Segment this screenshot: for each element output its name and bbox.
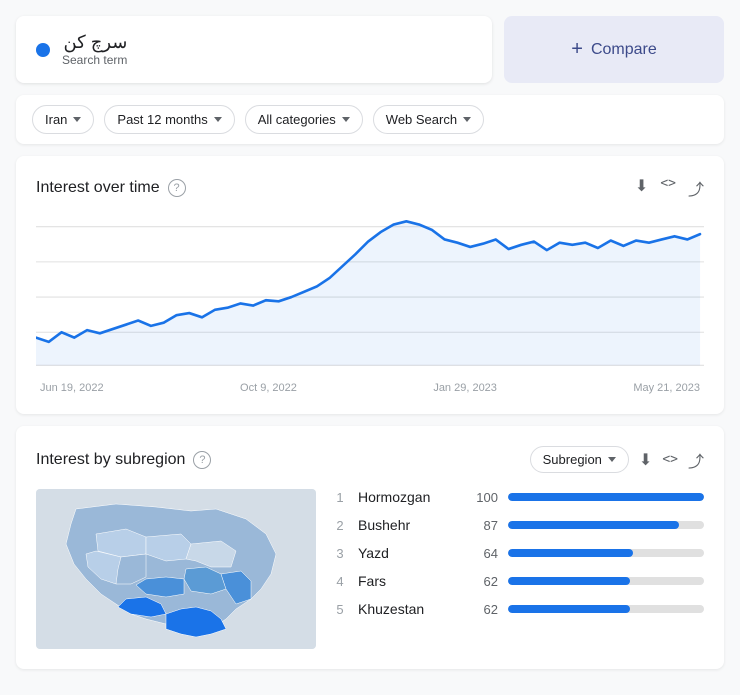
x-label-3: Jan 29, 2023 bbox=[433, 382, 497, 394]
rank-bar-fill bbox=[508, 549, 633, 557]
chevron-down-icon bbox=[463, 117, 471, 122]
help-icon[interactable]: ? bbox=[168, 179, 186, 197]
share-icon[interactable]: ⤴ bbox=[688, 448, 704, 472]
rank-number: 2 bbox=[332, 518, 348, 533]
chevron-down-icon bbox=[214, 117, 222, 122]
share-icon[interactable]: ⤴ bbox=[688, 176, 704, 200]
rank-score: 100 bbox=[468, 490, 498, 505]
subregion-header: Interest by subregion ? Subregion ⬇ <> ⤴ bbox=[36, 446, 704, 473]
chevron-down-icon bbox=[73, 117, 81, 122]
rank-bar-bg bbox=[508, 549, 704, 557]
filter-category[interactable]: All categories bbox=[245, 105, 363, 134]
top-section: سرچ کن Search term + Compare bbox=[16, 16, 724, 83]
ranking-item-4: 4 Fars 62 bbox=[332, 573, 704, 589]
rank-score: 87 bbox=[468, 518, 498, 533]
x-label-2: Oct 9, 2022 bbox=[240, 382, 297, 394]
chart-svg: 100 75 50 25 bbox=[36, 216, 704, 376]
compare-button[interactable]: + Compare bbox=[504, 16, 724, 83]
filter-bar: Iran Past 12 months All categories Web S… bbox=[16, 95, 724, 144]
interest-by-subregion-card: Interest by subregion ? Subregion ⬇ <> ⤴ bbox=[16, 426, 724, 669]
compare-plus-icon: + bbox=[571, 38, 583, 61]
x-label-1: Jun 19, 2022 bbox=[40, 382, 104, 394]
rank-region-name: Khuzestan bbox=[358, 601, 458, 617]
rank-score: 64 bbox=[468, 546, 498, 561]
trend-area bbox=[36, 221, 700, 365]
download-icon[interactable]: ⬇ bbox=[639, 450, 652, 470]
rank-number: 3 bbox=[332, 546, 348, 561]
filter-time[interactable]: Past 12 months bbox=[104, 105, 234, 134]
ranking-item-2: 2 Bushehr 87 bbox=[332, 517, 704, 533]
rank-bar-bg bbox=[508, 493, 704, 501]
filter-time-label: Past 12 months bbox=[117, 112, 207, 127]
rank-number: 5 bbox=[332, 602, 348, 617]
subregion-dropdown-label: Subregion bbox=[543, 452, 602, 467]
search-term-card: سرچ کن Search term bbox=[16, 16, 492, 83]
rank-score: 62 bbox=[468, 574, 498, 589]
x-label-4: May 21, 2023 bbox=[633, 382, 700, 394]
rank-bar-bg bbox=[508, 577, 704, 585]
rank-region-name: Fars bbox=[358, 573, 458, 589]
embed-icon[interactable]: <> bbox=[660, 176, 676, 200]
search-term-arabic: سرچ کن bbox=[62, 32, 127, 53]
filter-country-label: Iran bbox=[45, 112, 67, 127]
filter-search-type-label: Web Search bbox=[386, 112, 457, 127]
filter-country[interactable]: Iran bbox=[32, 105, 94, 134]
subregion-help-icon[interactable]: ? bbox=[193, 451, 211, 469]
ranking-item-1: 1 Hormozgan 100 bbox=[332, 489, 704, 505]
map-svg bbox=[36, 489, 316, 649]
chevron-down-icon bbox=[608, 457, 616, 462]
card-actions: ⬇ <> ⤴ bbox=[635, 176, 704, 200]
iran-map bbox=[36, 489, 316, 649]
search-dot bbox=[36, 43, 50, 57]
compare-label: Compare bbox=[591, 41, 657, 59]
rank-bar-bg bbox=[508, 521, 704, 529]
search-term-label: Search term bbox=[62, 53, 127, 67]
line-chart: 100 75 50 25 bbox=[36, 216, 704, 376]
search-term-text: سرچ کن Search term bbox=[62, 32, 127, 67]
filter-category-label: All categories bbox=[258, 112, 336, 127]
subregion-dropdown[interactable]: Subregion bbox=[530, 446, 629, 473]
subregion-filter: Subregion ⬇ <> ⤴ bbox=[530, 446, 704, 473]
chart-x-labels: Jun 19, 2022 Oct 9, 2022 Jan 29, 2023 Ma… bbox=[36, 382, 704, 394]
rank-bar-fill bbox=[508, 605, 630, 613]
card-header: Interest over time ? ⬇ <> ⤴ bbox=[36, 176, 704, 200]
subregion-body: 1 Hormozgan 100 2 Bushehr 87 3 bbox=[36, 489, 704, 649]
rank-bar-bg bbox=[508, 605, 704, 613]
filter-search-type[interactable]: Web Search bbox=[373, 105, 484, 134]
rank-number: 1 bbox=[332, 490, 348, 505]
ranking-item-3: 3 Yazd 64 bbox=[332, 545, 704, 561]
card-title: Interest over time ? bbox=[36, 179, 186, 197]
rank-score: 62 bbox=[468, 602, 498, 617]
rank-bar-fill bbox=[508, 521, 679, 529]
ranking-item-5: 5 Khuzestan 62 bbox=[332, 601, 704, 617]
chevron-down-icon bbox=[342, 117, 350, 122]
subregion-card-title: Interest by subregion ? bbox=[36, 451, 211, 469]
embed-icon[interactable]: <> bbox=[662, 452, 678, 467]
rank-region-name: Hormozgan bbox=[358, 489, 458, 505]
subregion-title: Interest by subregion bbox=[36, 451, 185, 469]
interest-over-time-card: Interest over time ? ⬇ <> ⤴ 100 75 50 bbox=[16, 156, 724, 414]
rank-region-name: Yazd bbox=[358, 545, 458, 561]
download-icon[interactable]: ⬇ bbox=[635, 176, 648, 200]
page-container: سرچ کن Search term + Compare Iran Past 1… bbox=[0, 0, 740, 685]
rankings-list: 1 Hormozgan 100 2 Bushehr 87 3 bbox=[332, 489, 704, 617]
rank-bar-fill bbox=[508, 577, 630, 585]
rank-region-name: Bushehr bbox=[358, 517, 458, 533]
rank-bar-fill bbox=[508, 493, 704, 501]
interest-over-time-title: Interest over time bbox=[36, 179, 160, 197]
rank-number: 4 bbox=[332, 574, 348, 589]
